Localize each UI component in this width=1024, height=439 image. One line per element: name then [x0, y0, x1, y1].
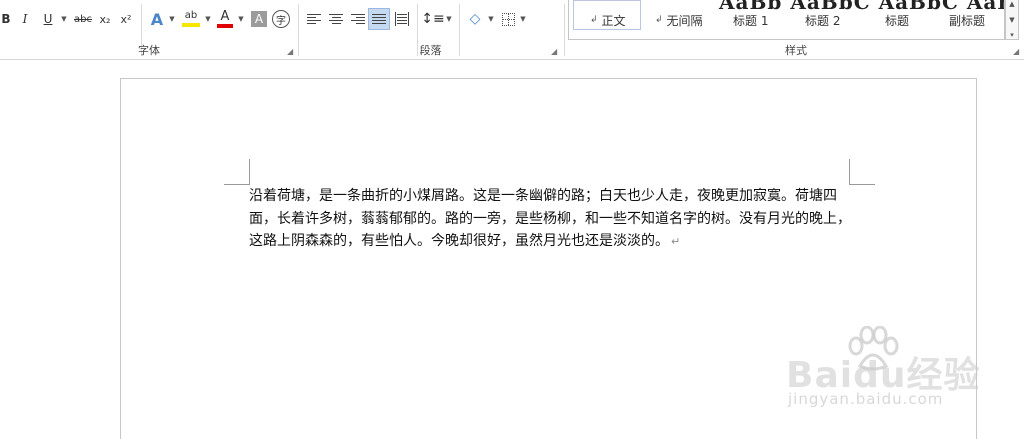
- baidu-watermark: Baidu经验 jingyan.baidu.com: [786, 326, 979, 416]
- highlight-color-bar: [182, 23, 200, 27]
- line-spacing-icon: ↕≡: [421, 11, 445, 27]
- font-color-label: A: [220, 8, 230, 24]
- strikethrough-button[interactable]: abc: [72, 8, 94, 30]
- paragraph-group-label: 段落: [419, 44, 442, 57]
- margin-corner-mark: [224, 159, 250, 185]
- font-color-button[interactable]: A: [215, 8, 235, 30]
- ribbon: B I U ▼ abc x₂ x² A ▼ ab ▼ A ▼ A 字 字体 ◢: [0, 0, 1024, 60]
- distributed-button[interactable]: [392, 8, 412, 30]
- paint-bucket-icon: ◇: [469, 11, 481, 27]
- align-left-button[interactable]: [304, 8, 324, 30]
- underline-dropdown[interactable]: ▼: [58, 8, 68, 30]
- font-color-bar: [217, 23, 233, 28]
- highlight-button[interactable]: ab: [180, 8, 202, 30]
- borders-icon: [501, 12, 515, 26]
- subscript-button[interactable]: x₂: [97, 8, 113, 30]
- line-spacing-dropdown[interactable]: ▼: [443, 8, 453, 30]
- font-color-dropdown[interactable]: ▼: [235, 8, 245, 30]
- superscript-button[interactable]: x²: [118, 8, 134, 30]
- paragraph-group: ↕≡ ▼ ◇ ▼ ▼ 段落 ◢: [299, 0, 562, 60]
- chevron-down-icon: ▼: [205, 15, 211, 23]
- styles-group-label: 样式: [785, 44, 807, 57]
- chevron-down-icon: ▼: [169, 15, 175, 23]
- borders-button[interactable]: [499, 8, 517, 30]
- chevron-down-icon: ▼: [238, 15, 244, 23]
- chevron-down-icon: ▼: [61, 15, 67, 23]
- dialog-launcher-icon[interactable]: ◢: [1013, 48, 1021, 56]
- justify-icon: [372, 12, 386, 26]
- font-group: B I U ▼ abc x₂ x² A ▼ ab ▼ A ▼ A 字 字体 ◢: [0, 0, 298, 60]
- text-effects-dropdown[interactable]: ▼: [166, 8, 176, 30]
- watermark-url: jingyan.baidu.com: [788, 390, 944, 408]
- distributed-icon: [395, 12, 409, 26]
- highlight-label: ab: [184, 10, 198, 21]
- chevron-down-icon: ▼: [446, 15, 452, 23]
- bold-button[interactable]: B: [0, 8, 12, 30]
- paragraph-mark-icon: ↵: [671, 235, 681, 248]
- dialog-launcher-icon[interactable]: ◢: [287, 48, 295, 56]
- char-shading-button[interactable]: A: [251, 11, 267, 27]
- shading-dropdown[interactable]: ▼: [485, 8, 495, 30]
- shading-button[interactable]: ◇: [465, 8, 485, 30]
- chevron-down-icon: ▼: [488, 15, 494, 23]
- align-right-button[interactable]: [348, 8, 368, 30]
- paragraph-text: 沿着荷塘，是一条曲折的小煤屑路。这是一条幽僻的路；白天也少人走，夜晚更加寂寞。荷…: [249, 188, 851, 249]
- italic-button[interactable]: I: [18, 8, 32, 30]
- line-spacing-button[interactable]: ↕≡: [421, 8, 445, 30]
- styles-group: 样式 ◢: [568, 0, 1024, 60]
- divider: [564, 4, 565, 56]
- underline-button[interactable]: U: [40, 8, 56, 30]
- align-right-icon: [351, 12, 365, 26]
- align-center-icon: [329, 12, 343, 26]
- justify-button[interactable]: [368, 8, 390, 30]
- borders-dropdown[interactable]: ▼: [517, 8, 527, 30]
- align-left-icon: [307, 12, 321, 26]
- enclose-char-button[interactable]: 字: [272, 10, 290, 28]
- font-group-label: 字体: [138, 44, 160, 57]
- dialog-launcher-icon[interactable]: ◢: [551, 48, 559, 56]
- align-center-button[interactable]: [326, 8, 346, 30]
- margin-corner-mark: [849, 159, 875, 185]
- document-canvas[interactable]: 沿着荷塘，是一条曲折的小煤屑路。这是一条幽僻的路；白天也少人走，夜晚更加寂寞。荷…: [0, 61, 1024, 439]
- chevron-down-icon: ▼: [520, 15, 526, 23]
- document-body[interactable]: 沿着荷塘，是一条曲折的小煤屑路。这是一条幽僻的路；白天也少人走，夜晚更加寂寞。荷…: [249, 185, 851, 254]
- highlight-dropdown[interactable]: ▼: [202, 8, 212, 30]
- text-effects-button[interactable]: A: [148, 8, 166, 30]
